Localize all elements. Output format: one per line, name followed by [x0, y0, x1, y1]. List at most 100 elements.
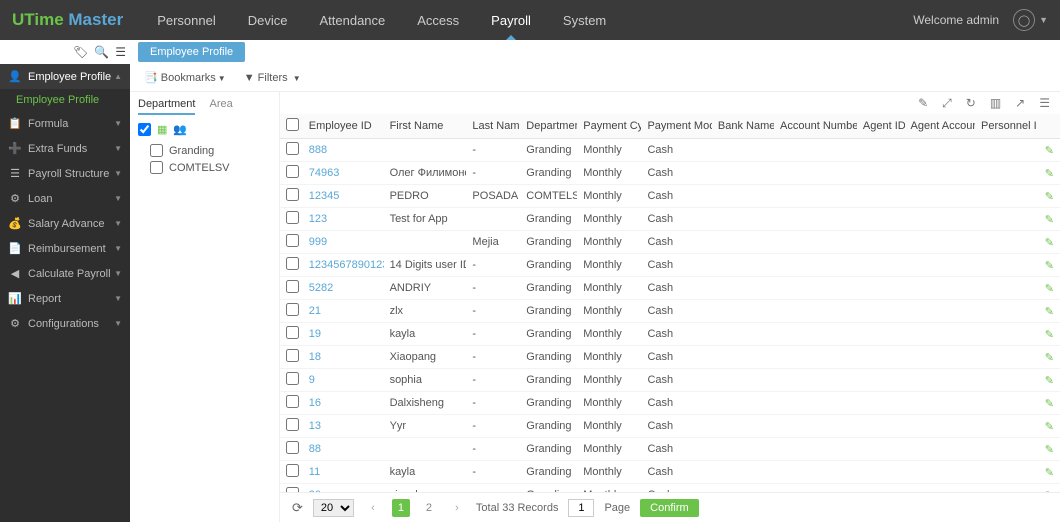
row-checkbox[interactable]: [286, 211, 299, 224]
row-edit-icon[interactable]: ✎: [1037, 369, 1060, 392]
row-edit-icon[interactable]: ✎: [1037, 346, 1060, 369]
filters-button[interactable]: ▼ Filters ▼: [244, 72, 301, 84]
sidebar-item-configurations[interactable]: ⚙Configurations▼: [0, 311, 130, 336]
sidebar-item-salary-advance[interactable]: 💰Salary Advance▼: [0, 211, 130, 236]
nav-access[interactable]: Access: [401, 0, 475, 40]
sidebar-item-extra-funds[interactable]: ➕Extra Funds▼: [0, 136, 130, 161]
nav-personnel[interactable]: Personnel: [141, 0, 232, 40]
employee-id-link[interactable]: 16: [303, 392, 384, 415]
row-checkbox[interactable]: [286, 349, 299, 362]
col-header[interactable]: Bank Name: [712, 114, 774, 139]
table-row[interactable]: 13Yyr-GrandingMonthlyCash✎: [280, 415, 1060, 438]
tag-icon[interactable]: 🏷: [73, 45, 88, 59]
table-row[interactable]: 12345PEDROPOSADACOMTELSVMonthlyCash✎: [280, 185, 1060, 208]
employee-id-link[interactable]: 888: [303, 139, 384, 162]
nav-attendance[interactable]: Attendance: [303, 0, 401, 40]
employee-id-link[interactable]: 74963: [303, 162, 384, 185]
select-all-checkbox[interactable]: [286, 118, 299, 131]
row-checkbox[interactable]: [286, 257, 299, 270]
table-row[interactable]: 21zlx-GrandingMonthlyCash✎: [280, 300, 1060, 323]
row-checkbox[interactable]: [286, 188, 299, 201]
row-edit-icon[interactable]: ✎: [1037, 461, 1060, 484]
pager-page-2[interactable]: 2: [420, 499, 438, 517]
col-header[interactable]: Personnel ID: [975, 114, 1037, 139]
user-avatar[interactable]: ◯: [1013, 9, 1035, 31]
tree-node[interactable]: Granding: [138, 142, 271, 159]
row-edit-icon[interactable]: ✎: [1037, 438, 1060, 461]
table-row[interactable]: 9sophia-GrandingMonthlyCash✎: [280, 369, 1060, 392]
table-row[interactable]: 5282ANDRIY-GrandingMonthlyCash✎: [280, 277, 1060, 300]
table-row[interactable]: 16Dalxisheng-GrandingMonthlyCash✎: [280, 392, 1060, 415]
nav-system[interactable]: System: [547, 0, 622, 40]
row-edit-icon[interactable]: ✎: [1037, 254, 1060, 277]
col-header[interactable]: Last Name: [466, 114, 520, 139]
sidebar-item-reimbursement[interactable]: 📄Reimbursement▼: [0, 236, 130, 261]
sidebar-item-payroll-structure[interactable]: ☰Payroll Structure▼: [0, 161, 130, 186]
row-checkbox[interactable]: [286, 441, 299, 454]
col-header[interactable]: Employee ID: [303, 114, 384, 139]
table-row[interactable]: 123Test for AppGrandingMonthlyCash✎: [280, 208, 1060, 231]
tree-node-checkbox[interactable]: [150, 144, 163, 157]
table-row[interactable]: 11kayla-GrandingMonthlyCash✎: [280, 461, 1060, 484]
collapse-icon[interactable]: ☰: [115, 45, 126, 59]
nav-device[interactable]: Device: [232, 0, 304, 40]
row-checkbox[interactable]: [286, 395, 299, 408]
table-row[interactable]: 74963Олег Филимонов-GrandingMonthlyCash✎: [280, 162, 1060, 185]
table-row[interactable]: 18Xiaopang-GrandingMonthlyCash✎: [280, 346, 1060, 369]
edit-icon[interactable]: ✎: [918, 96, 928, 110]
page-size-select[interactable]: 20: [313, 499, 354, 517]
user-menu-caret[interactable]: ▼: [1039, 15, 1048, 25]
row-edit-icon[interactable]: ✎: [1037, 323, 1060, 346]
table-row[interactable]: 19kayla-GrandingMonthlyCash✎: [280, 323, 1060, 346]
employee-id-link[interactable]: 18: [303, 346, 384, 369]
row-edit-icon[interactable]: ✎: [1037, 415, 1060, 438]
row-checkbox[interactable]: [286, 165, 299, 178]
pager-goto-input[interactable]: [568, 499, 594, 517]
col-header[interactable]: Payment Mode: [641, 114, 711, 139]
tree-node-checkbox[interactable]: [150, 161, 163, 174]
settings-icon[interactable]: ☰: [1039, 96, 1050, 110]
table-row[interactable]: 30xiaochen-GrandingMonthlyCash✎: [280, 484, 1060, 493]
pager-refresh-icon[interactable]: ⟳: [292, 500, 303, 516]
col-header[interactable]: Agent Account: [905, 114, 975, 139]
refresh-icon[interactable]: ↻: [966, 96, 976, 110]
employee-id-link[interactable]: 13: [303, 415, 384, 438]
employee-id-link[interactable]: 88: [303, 438, 384, 461]
tree-node[interactable]: COMTELSV: [138, 159, 271, 176]
row-edit-icon[interactable]: ✎: [1037, 185, 1060, 208]
pager-next[interactable]: ›: [448, 499, 466, 517]
row-checkbox[interactable]: [286, 280, 299, 293]
col-header[interactable]: Payment Cycle: [577, 114, 641, 139]
export-icon[interactable]: ↗: [1015, 96, 1025, 110]
sidebar-subitem[interactable]: Employee Profile: [0, 89, 130, 111]
columns-icon[interactable]: ▥: [990, 96, 1001, 110]
row-checkbox[interactable]: [286, 234, 299, 247]
table-row[interactable]: 88-GrandingMonthlyCash✎: [280, 438, 1060, 461]
employee-id-link[interactable]: 11: [303, 461, 384, 484]
col-header[interactable]: First Name: [384, 114, 467, 139]
employee-id-link[interactable]: 19: [303, 323, 384, 346]
grid-icon[interactable]: ▦: [157, 123, 167, 136]
row-edit-icon[interactable]: ✎: [1037, 208, 1060, 231]
employee-id-link[interactable]: 5282: [303, 277, 384, 300]
row-edit-icon[interactable]: ✎: [1037, 392, 1060, 415]
org-icon[interactable]: 👥: [173, 123, 187, 136]
nav-payroll[interactable]: Payroll: [475, 0, 547, 40]
employee-id-link[interactable]: 21: [303, 300, 384, 323]
tab-employee-profile[interactable]: Employee Profile: [138, 42, 245, 62]
row-checkbox[interactable]: [286, 418, 299, 431]
sidebar-item-loan[interactable]: ⚙Loan▼: [0, 186, 130, 211]
row-checkbox[interactable]: [286, 303, 299, 316]
pager-confirm-button[interactable]: Confirm: [640, 499, 699, 517]
row-edit-icon[interactable]: ✎: [1037, 484, 1060, 493]
col-header[interactable]: Agent ID: [857, 114, 905, 139]
pager-prev[interactable]: ‹: [364, 499, 382, 517]
tree-select-all[interactable]: [138, 123, 151, 136]
employee-id-link[interactable]: 30: [303, 484, 384, 493]
row-edit-icon[interactable]: ✎: [1037, 300, 1060, 323]
employee-id-link[interactable]: 12345: [303, 185, 384, 208]
employee-id-link[interactable]: 12345678901234: [303, 254, 384, 277]
employee-id-link[interactable]: 999: [303, 231, 384, 254]
employee-id-link[interactable]: 123: [303, 208, 384, 231]
table-wrap[interactable]: Employee IDFirst NameLast NameDepartment…: [280, 114, 1060, 492]
